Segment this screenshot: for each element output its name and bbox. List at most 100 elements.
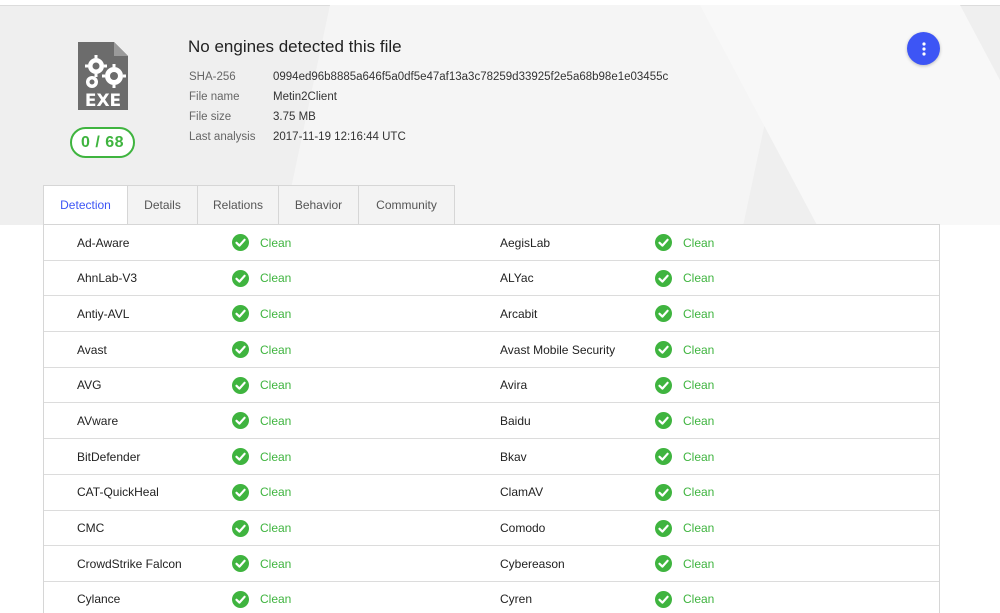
check-circle-icon [232,483,249,501]
table-row: CrowdStrike Falcon Clean Cybereason Clean [44,546,939,582]
detection-status: Clean [260,521,292,535]
check-circle-icon [655,519,672,537]
engine-name: Avast Mobile Security [500,342,616,357]
detection-status: Clean [260,271,292,286]
engine-name: Cybereason [500,556,565,571]
detection-status: Clean [260,413,292,428]
check-circle-icon [232,519,249,537]
check-circle-icon [232,590,249,608]
engine-name: Avast [77,342,107,357]
tab-bar: Detection Details Relations Behavior Com… [43,185,455,225]
detection-status: Clean [683,556,715,571]
detection-status: Clean [260,378,292,393]
meta-key: File size [189,111,232,123]
engine-name: Cylance [77,592,121,607]
check-circle-icon [655,590,672,608]
check-circle-icon [655,269,672,287]
check-circle-icon [232,341,249,359]
detection-status: Clean [683,235,715,250]
check-circle-icon [655,305,672,323]
engine-name: Baidu [500,413,531,428]
table-row: Ad-Aware Clean AegisLab Clean [44,225,939,261]
check-circle-icon [232,448,249,466]
table-row: AVG Clean Avira Clean [44,368,939,404]
table-row: BitDefender Clean Bkav Clean [44,439,939,475]
check-circle-icon [232,376,249,394]
detection-status: Clean [683,306,715,321]
check-circle-icon [232,305,249,323]
engine-name: Ad-Aware [77,235,130,250]
table-row: AhnLab-V3 Clean ALYac Clean [44,261,939,297]
detection-status: Clean [683,378,715,393]
detection-status: Clean [260,449,292,464]
more-vertical-icon [921,41,926,56]
engine-name: AhnLab-V3 [77,271,138,286]
check-circle-icon [655,483,672,501]
engine-name: Arcabit [500,306,538,321]
detection-results-table: Ad-Aware Clean AegisLab Clean AhnLab-V3 Clean… [43,224,940,613]
detection-status: Clean [260,592,292,607]
table-row: CAT-QuickHeal Clean ClamAV Clean [44,475,939,511]
detection-status: Clean [683,449,715,464]
check-circle-icon [232,234,249,251]
engine-name: ClamAV [500,485,544,500]
meta-value: 3.75 MB [273,111,316,123]
engine-name: AegisLab [500,235,551,250]
tab-relations[interactable]: Relations [198,185,279,225]
tab-behavior[interactable]: Behavior [279,185,359,225]
meta-row-file-name: File name Metin2Client [189,87,668,107]
table-row: AVware Clean Baidu Clean [44,403,939,440]
detection-status: Clean [260,485,292,500]
more-options-button[interactable] [907,32,940,65]
meta-value: Metin2Client [273,91,337,103]
detection-status: Clean [683,271,715,286]
table-row: Antiy-AVL Clean Arcabit Clean [44,296,939,333]
tab-detection[interactable]: Detection [43,185,128,225]
detection-status: Clean [683,342,715,357]
engine-name: AVG [77,378,102,393]
engine-name: BitDefender [77,449,141,464]
detection-status: Clean [683,592,715,607]
detection-status: Clean [260,556,292,571]
file-type-label: EXE [85,91,121,111]
meta-value: 2017-11-19 12:16:44 UTC [273,131,406,143]
detection-score-badge: 0 / 68 [70,127,135,158]
check-circle-icon [655,234,672,251]
engine-name: Avira [500,378,528,393]
engine-name: Cyren [500,592,533,607]
exe-file-icon: EXE [76,40,130,112]
engine-name: Antiy-AVL [77,306,130,321]
engine-name: CAT-QuickHeal [77,485,159,500]
check-circle-icon [655,341,672,359]
table-row: Cylance Clean Cyren Clean [44,582,939,613]
meta-key: SHA-256 [189,71,236,83]
detection-status: Clean [683,485,715,500]
check-circle-icon [232,269,249,287]
check-circle-icon [655,376,672,394]
page-title: No engines detected this file [188,37,402,56]
engine-name: Bkav [500,449,527,464]
check-circle-icon [655,412,672,430]
engine-name: AVware [77,413,119,428]
meta-key: File name [189,91,240,103]
detection-status: Clean [260,235,292,250]
detection-status: Clean [683,413,715,428]
engine-name: Comodo [500,521,546,535]
file-metadata: SHA-256 0994ed96b8885a646f5a0df5e47af13a… [189,67,668,147]
meta-row-last-analysis: Last analysis 2017-11-19 12:16:44 UTC [189,127,668,147]
check-circle-icon [232,412,249,430]
engine-name: CrowdStrike Falcon [77,556,182,571]
tab-details[interactable]: Details [128,185,198,225]
detection-status: Clean [683,521,715,535]
check-circle-icon [655,448,672,466]
tab-community[interactable]: Community [359,185,455,225]
table-row: CMC Clean Comodo Clean [44,511,939,547]
engine-name: ALYac [500,271,534,286]
table-row: Avast Clean Avast Mobile Security Clean [44,332,939,368]
meta-row-file-size: File size 3.75 MB [189,107,668,127]
check-circle-icon [655,555,672,573]
meta-row-sha256: SHA-256 0994ed96b8885a646f5a0df5e47af13a… [189,67,668,87]
engine-name: CMC [77,521,105,535]
meta-key: Last analysis [189,131,256,143]
detection-status: Clean [260,342,292,357]
